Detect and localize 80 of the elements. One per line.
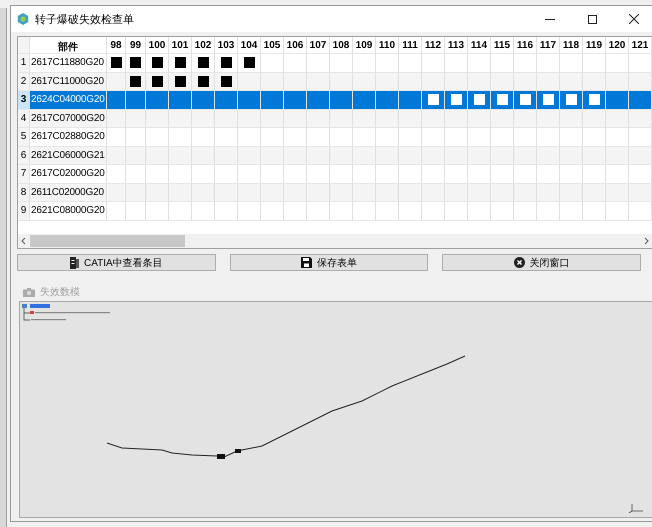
table-row[interactable]: 9 2621C08000G20 bbox=[18, 202, 652, 220]
column-header[interactable]: 部件 bbox=[30, 37, 107, 54]
row-number: 7 bbox=[18, 165, 30, 184]
marked-square bbox=[220, 57, 232, 68]
marked-square bbox=[198, 76, 208, 87]
row-number: 2 bbox=[18, 72, 30, 91]
marked-square bbox=[152, 57, 162, 68]
table-row[interactable]: 8 2611C02000G20 bbox=[18, 184, 652, 202]
group-title: 失效数模 bbox=[40, 286, 80, 299]
marked-square bbox=[496, 94, 508, 106]
table-row[interactable]: 3 2624C04000G20 bbox=[18, 91, 652, 110]
row-number: 9 bbox=[18, 202, 30, 220]
marked-square bbox=[244, 57, 254, 68]
marked-square bbox=[474, 94, 484, 106]
table-row[interactable]: 1 2617C11880G20 bbox=[18, 54, 652, 72]
row-number: 6 bbox=[18, 146, 30, 165]
column-header[interactable]: 118 bbox=[560, 37, 583, 54]
marked-square bbox=[450, 94, 462, 106]
marked-square bbox=[130, 57, 141, 68]
column-header[interactable]: 104 bbox=[238, 37, 261, 54]
row-number: 8 bbox=[18, 184, 30, 202]
marked-square bbox=[198, 57, 208, 68]
marked-square bbox=[174, 57, 186, 68]
column-header[interactable]: 119 bbox=[583, 37, 606, 54]
column-header[interactable]: 113 bbox=[445, 37, 468, 54]
part-cell: 2621C08000G20 bbox=[30, 202, 107, 220]
column-header[interactable]: 101 bbox=[169, 37, 192, 54]
horizontal-scrollbar[interactable] bbox=[18, 234, 652, 248]
column-header[interactable]: 120 bbox=[606, 37, 629, 54]
column-header[interactable]: 115 bbox=[491, 37, 514, 54]
marked-square bbox=[220, 76, 232, 87]
window-title: 转子爆破失效检查单 bbox=[35, 12, 135, 26]
minimize-icon bbox=[545, 18, 555, 20]
table-row[interactable]: 7 2617C02000G20 bbox=[18, 165, 652, 184]
close-icon bbox=[514, 257, 525, 268]
row-number: 3 bbox=[18, 91, 30, 110]
column-header[interactable]: 108 bbox=[330, 37, 353, 54]
axis-icon bbox=[628, 501, 646, 513]
column-header[interactable]: 110 bbox=[376, 37, 399, 54]
column-header[interactable]: 109 bbox=[353, 37, 376, 54]
table-row[interactable]: 5 2617C02880G20 bbox=[18, 128, 652, 146]
marked-square bbox=[152, 76, 162, 87]
table-row[interactable]: 4 2617C07000G20 bbox=[18, 110, 652, 128]
column-header[interactable]: 99 bbox=[126, 37, 146, 54]
row-number: 4 bbox=[18, 110, 30, 128]
table-row[interactable]: 2 2617C11000G20 bbox=[18, 72, 652, 91]
maximize-icon bbox=[588, 14, 596, 24]
save-icon bbox=[301, 257, 312, 268]
action-button[interactable]: CATIA中查看条目 bbox=[17, 254, 216, 271]
row-number: 5 bbox=[18, 128, 30, 146]
action-button[interactable]: 保存表单 bbox=[230, 254, 428, 271]
column-header[interactable]: 103 bbox=[215, 37, 238, 54]
column-header[interactable]: 98 bbox=[107, 37, 126, 54]
marked-square bbox=[520, 94, 530, 106]
row-number: 1 bbox=[18, 54, 30, 72]
column-header[interactable]: 112 bbox=[422, 37, 445, 54]
close-icon bbox=[629, 14, 639, 24]
camera-icon bbox=[23, 288, 35, 296]
table-row[interactable]: 6 2621C06000G21 bbox=[18, 146, 652, 165]
column-header[interactable]: 116 bbox=[514, 37, 537, 54]
column-header[interactable]: 114 bbox=[468, 37, 491, 54]
action-button[interactable]: 关闭窗口 bbox=[442, 254, 642, 271]
column-header[interactable]: 102 bbox=[192, 37, 215, 54]
marked-square bbox=[110, 57, 122, 68]
column-header[interactable]: 111 bbox=[399, 37, 422, 54]
column-header[interactable]: 100 bbox=[146, 37, 169, 54]
scrollbar-thumb[interactable] bbox=[30, 235, 185, 247]
marked-square bbox=[588, 94, 600, 106]
column-header[interactable]: 117 bbox=[537, 37, 560, 54]
marked-square bbox=[542, 94, 554, 106]
marked-square bbox=[428, 94, 438, 106]
column-header[interactable]: 121 bbox=[629, 37, 652, 54]
marked-square bbox=[566, 94, 576, 106]
column-header[interactable]: 107 bbox=[307, 37, 330, 54]
column-header[interactable]: 106 bbox=[284, 37, 307, 54]
marked-square bbox=[130, 76, 141, 87]
column-header[interactable]: 105 bbox=[261, 37, 284, 54]
app-icon bbox=[17, 13, 29, 25]
marked-square bbox=[174, 76, 186, 87]
document-icon bbox=[70, 256, 79, 268]
